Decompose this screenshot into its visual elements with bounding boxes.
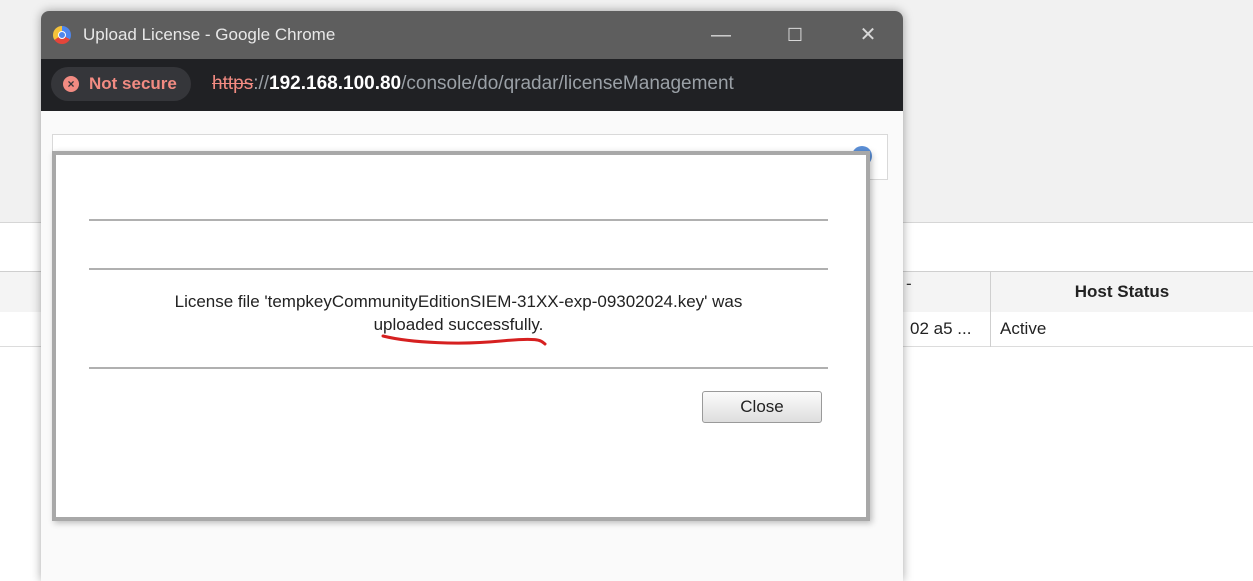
- host-status-cell: Active: [1000, 319, 1047, 338]
- url-host: 192.168.100.80: [269, 73, 402, 94]
- host-status-column-header[interactable]: Host Status: [991, 272, 1253, 312]
- message-line-1: License file 'tempkeyCommunityEditionSIE…: [174, 292, 743, 311]
- url-separator: ://: [253, 73, 270, 94]
- not-secure-label: Not secure: [89, 74, 177, 93]
- window-titlebar[interactable]: Upload License - Google Chrome — ☐ ✕: [41, 11, 903, 59]
- success-message: License file 'tempkeyCommunityEditionSIE…: [116, 290, 801, 336]
- address-bar: × Not secure https://192.168.100.80/cons…: [41, 59, 903, 111]
- not-secure-warning-icon: ×: [63, 76, 79, 92]
- minimize-button[interactable]: —: [697, 11, 745, 59]
- url-path: /console/do/qradar/licenseManagement: [401, 73, 734, 94]
- maximize-button[interactable]: ☐: [771, 11, 819, 59]
- close-window-button[interactable]: ✕: [844, 11, 892, 59]
- truncated-cell: 02 a5 ...: [910, 319, 972, 338]
- divider: [89, 367, 828, 369]
- red-underline-annotation: [381, 334, 547, 346]
- not-secure-chip[interactable]: × Not secure: [51, 67, 191, 101]
- truncated-column-header: -: [906, 274, 912, 293]
- url-protocol: https: [212, 73, 254, 94]
- upload-success-dialog: License file 'tempkeyCommunityEditionSIE…: [52, 151, 870, 521]
- divider: [89, 268, 828, 270]
- chrome-logo-icon: [53, 26, 71, 44]
- window-title: Upload License - Google Chrome: [83, 25, 336, 44]
- close-button[interactable]: Close: [702, 391, 822, 423]
- divider: [89, 219, 828, 221]
- url-text[interactable]: https://192.168.100.80/console/do/qradar…: [212, 67, 734, 101]
